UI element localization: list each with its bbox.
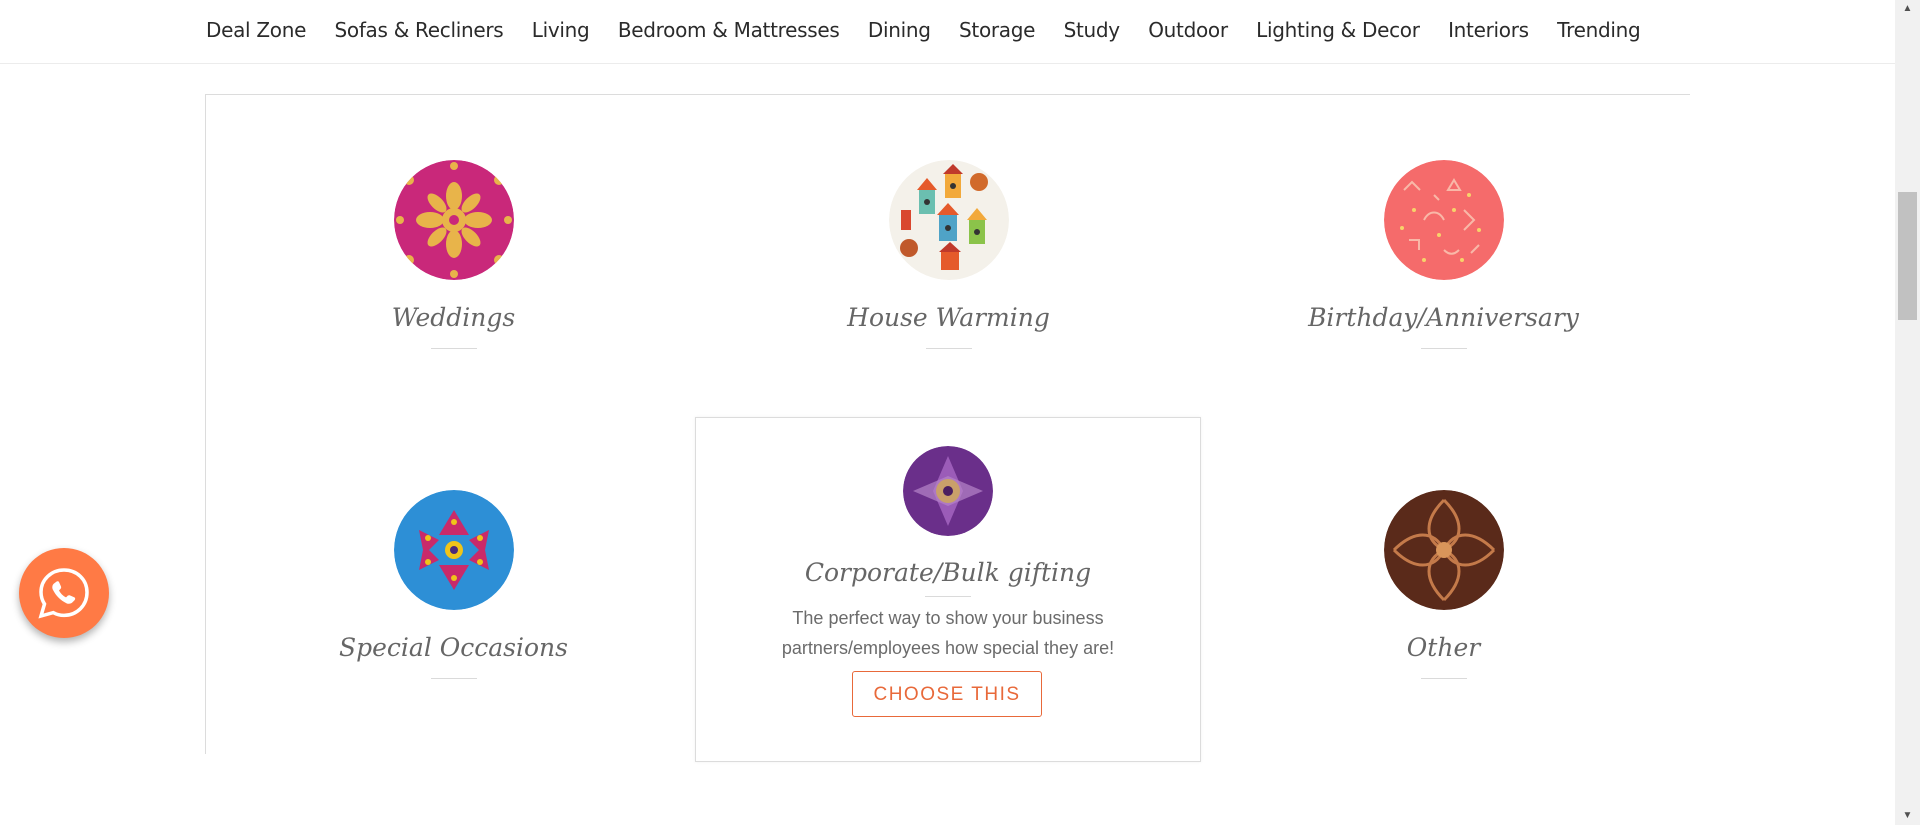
- occasion-card-other[interactable]: Other: [1196, 425, 1691, 755]
- label-underline: [925, 596, 971, 597]
- nav-item-deal-zone[interactable]: Deal Zone: [206, 18, 306, 42]
- occasion-card-birthday-anniversary[interactable]: Birthday/Anniversary: [1196, 95, 1691, 425]
- nav-item-lighting-decor[interactable]: Lighting & Decor: [1256, 18, 1420, 42]
- occasion-label: Weddings: [391, 303, 516, 332]
- label-underline: [430, 678, 477, 679]
- occasion-card-corporate-bulk-gifting[interactable]: Corporate/Bulk gifting The perfect way t…: [695, 417, 1201, 762]
- label-underline: [925, 348, 972, 349]
- label-underline: [430, 348, 477, 349]
- nav-item-dining[interactable]: Dining: [868, 18, 931, 42]
- nav-menu: Deal Zone Sofas & Recliners Living Bedro…: [206, 0, 1641, 60]
- top-navigation: Deal Zone Sofas & Recliners Living Bedro…: [0, 0, 1895, 64]
- occasion-label: Special Occasions: [339, 633, 568, 662]
- nav-item-living[interactable]: Living: [532, 18, 590, 42]
- nav-item-interiors[interactable]: Interiors: [1448, 18, 1529, 42]
- scroll-down-arrow[interactable]: ▼: [1898, 807, 1917, 824]
- scroll-up-arrow[interactable]: ▲: [1898, 0, 1917, 17]
- mandala-pattern-icon: [393, 160, 514, 280]
- label-underline: [1420, 678, 1467, 679]
- whatsapp-icon: [38, 568, 89, 619]
- brown-paisley-icon: [1383, 490, 1504, 610]
- birdhouse-pattern-icon: [888, 160, 1009, 280]
- nav-item-study[interactable]: Study: [1064, 18, 1121, 42]
- nav-item-trending[interactable]: Trending: [1557, 18, 1641, 42]
- scrollbar-thumb[interactable]: [1898, 192, 1917, 320]
- occasion-grid: Weddings House Warming Birthday/Annivers…: [205, 94, 1691, 762]
- choose-this-button[interactable]: CHOOSE THIS: [852, 671, 1042, 717]
- occasion-card-house-warming[interactable]: House Warming: [701, 95, 1196, 425]
- occasion-card-weddings[interactable]: Weddings: [206, 95, 701, 425]
- nav-item-bedroom-mattresses[interactable]: Bedroom & Mattresses: [618, 18, 840, 42]
- scrollbar[interactable]: [1895, 0, 1920, 825]
- label-underline: [1420, 348, 1467, 349]
- occasion-label: House Warming: [847, 303, 1050, 332]
- purple-kaleidoscope-icon: [903, 446, 993, 536]
- whatsapp-chat-button[interactable]: [19, 548, 109, 638]
- nav-item-sofas-recliners[interactable]: Sofas & Recliners: [334, 18, 503, 42]
- occasion-label: Other: [1406, 633, 1481, 662]
- nav-item-outdoor[interactable]: Outdoor: [1148, 18, 1228, 42]
- nav-item-storage[interactable]: Storage: [959, 18, 1035, 42]
- occasion-description: The perfect way to show your business pa…: [781, 608, 1115, 658]
- kaleidoscope-pattern-icon: [393, 490, 514, 610]
- party-pattern-icon: [1383, 160, 1504, 280]
- occasion-label: Birthday/Anniversary: [1308, 303, 1579, 332]
- occasion-label: Corporate/Bulk gifting: [804, 558, 1092, 587]
- occasion-card-special-occasions[interactable]: Special Occasions: [206, 425, 701, 755]
